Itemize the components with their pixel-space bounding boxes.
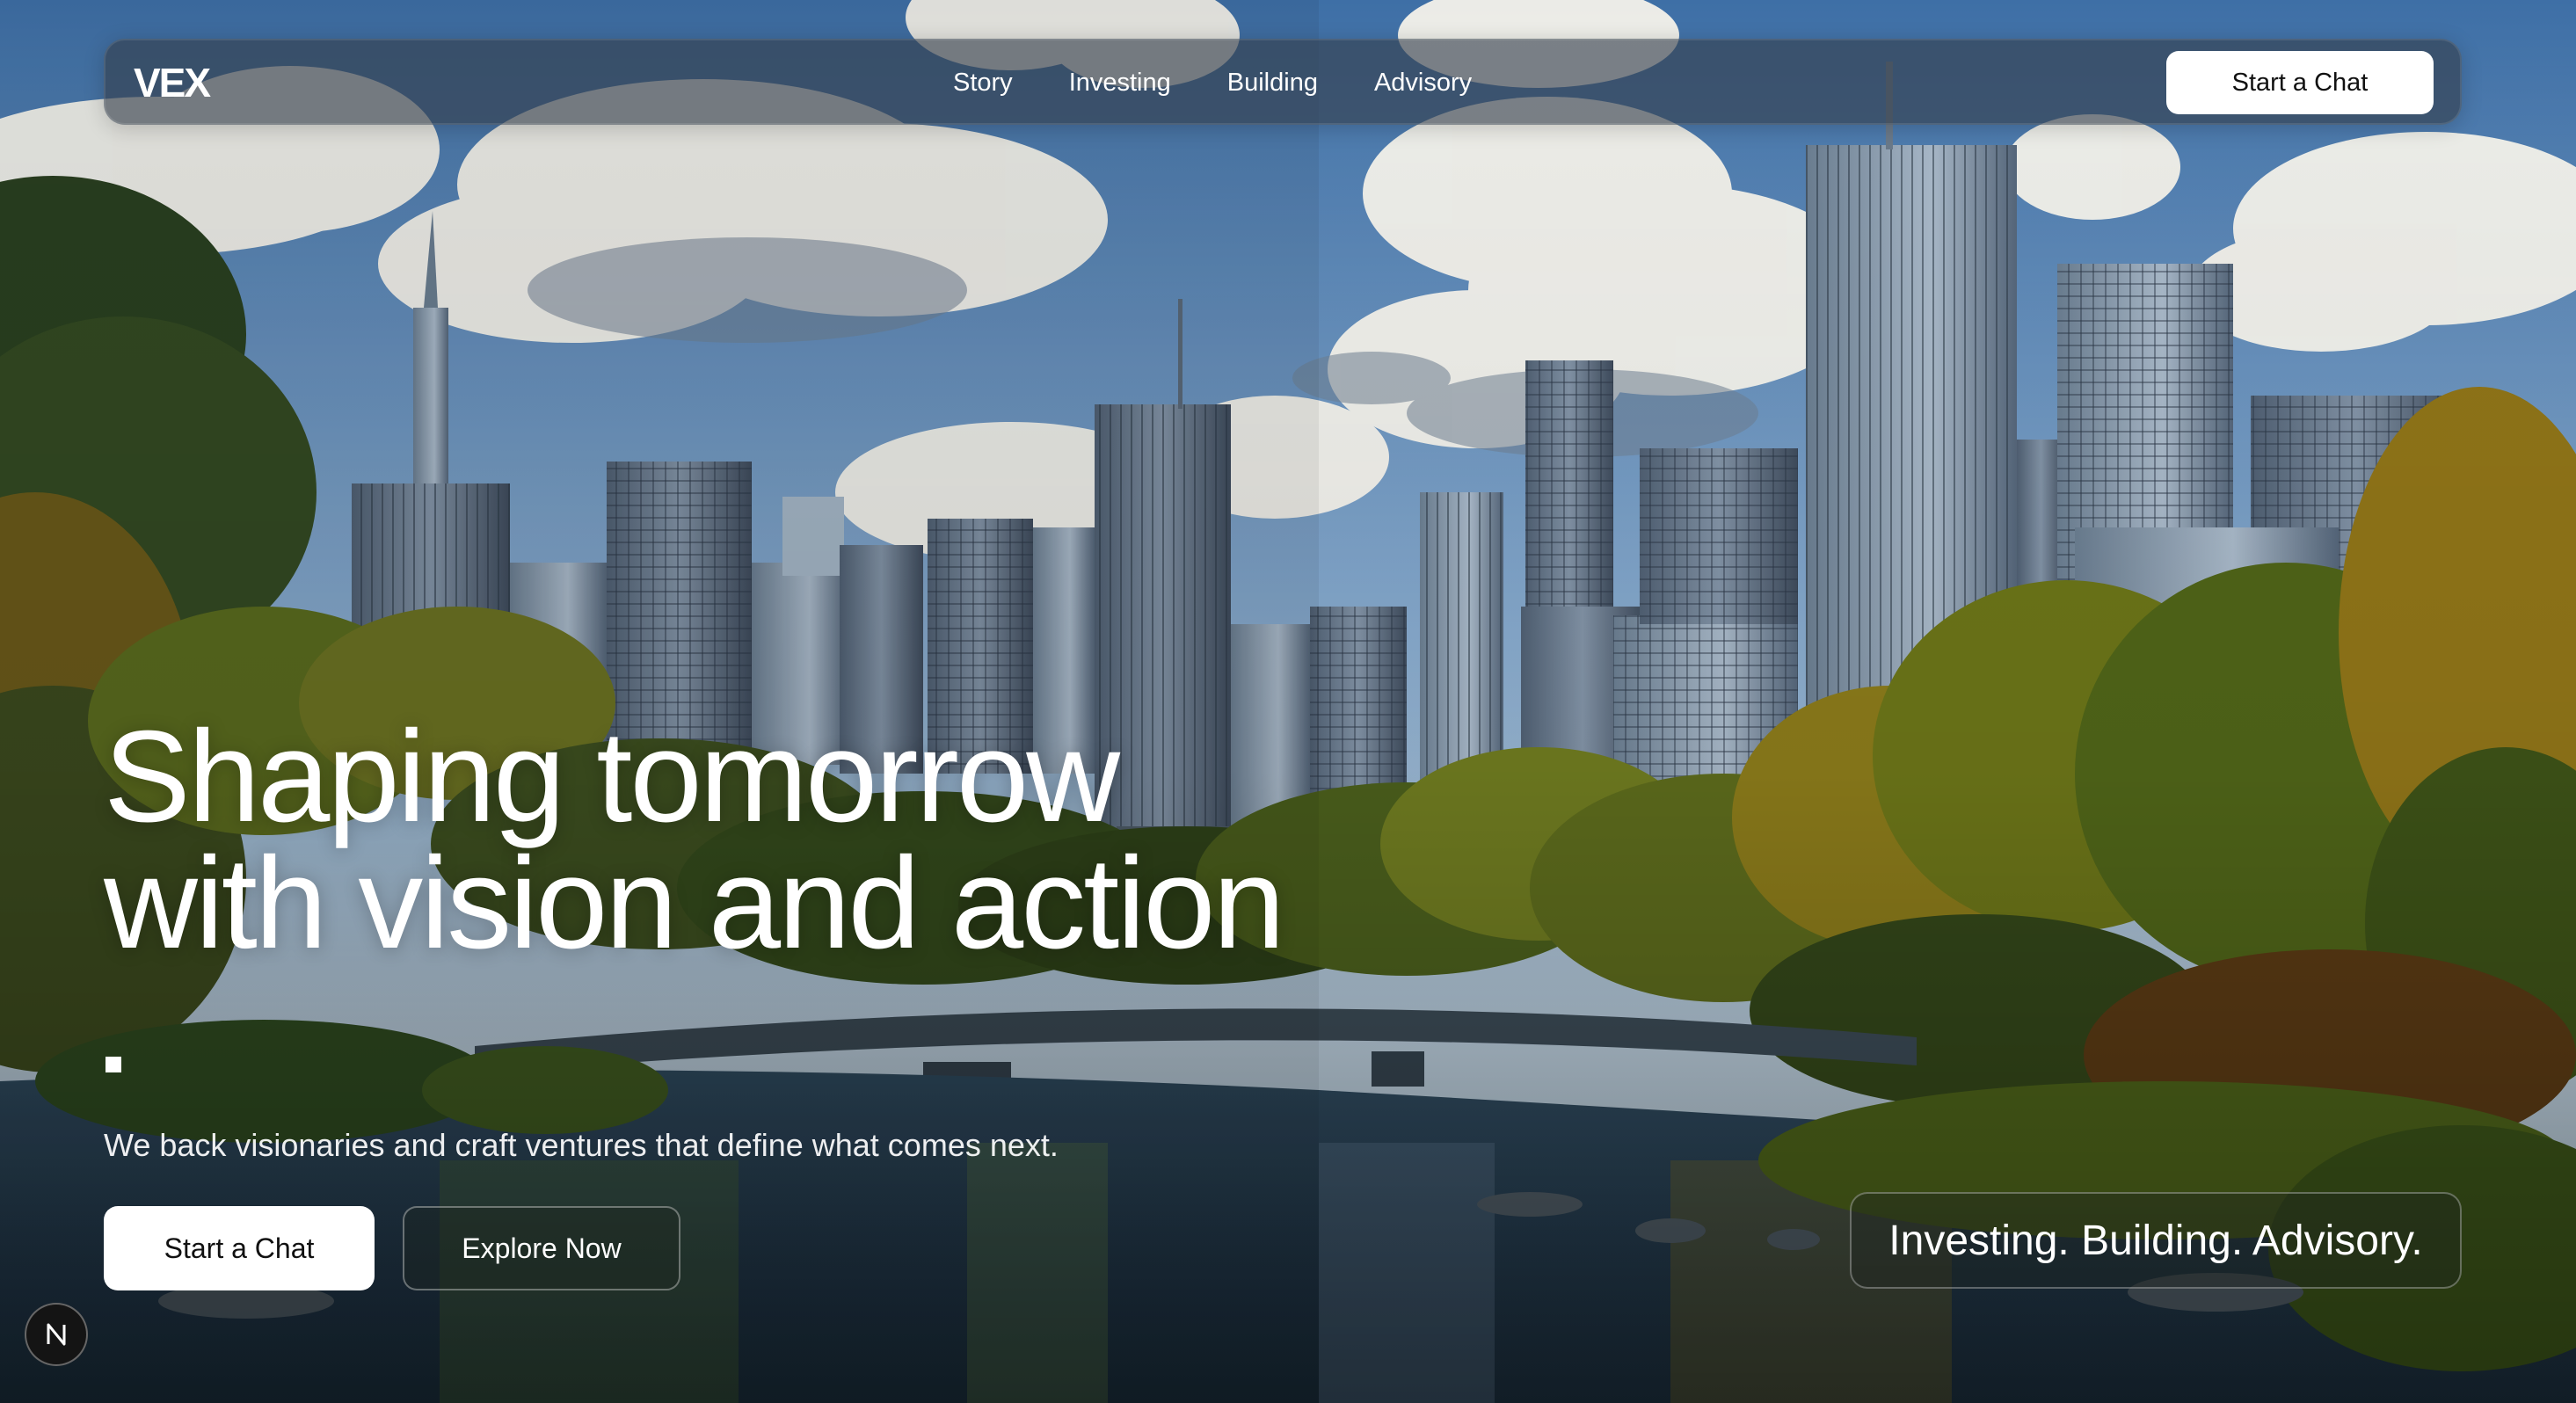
n-logo-icon[interactable]: [25, 1303, 88, 1366]
nav-link-advisory[interactable]: Advisory: [1374, 65, 1472, 100]
nav-link-building[interactable]: Building: [1227, 65, 1318, 100]
hero-title-line-2: with vision and action: [104, 831, 1285, 976]
brand-logo[interactable]: VEX: [134, 60, 211, 105]
services-tagline: Investing. Building. Advisory.: [1850, 1192, 2462, 1289]
hero-title-line-1: Shaping tomorrow: [104, 704, 1120, 849]
explore-now-button[interactable]: Explore Now: [403, 1206, 680, 1290]
hero-title: Shaping tomorrow with vision and action: [104, 704, 1285, 976]
top-navigation-bar: VEX Story Investing Building Advisory St…: [104, 39, 2462, 125]
hero-start-chat-button[interactable]: Start a Chat: [104, 1206, 375, 1290]
nav-start-chat-button[interactable]: Start a Chat: [2166, 51, 2434, 114]
nav-links: Story Investing Building Advisory: [953, 65, 1528, 100]
n-glyph-icon: [47, 1323, 66, 1346]
nav-link-story[interactable]: Story: [953, 65, 1013, 100]
nav-link-investing[interactable]: Investing: [1069, 65, 1171, 100]
hero-subtitle: We back visionaries and craft ventures t…: [104, 1127, 1059, 1163]
hero-title-dot: [106, 1057, 121, 1072]
